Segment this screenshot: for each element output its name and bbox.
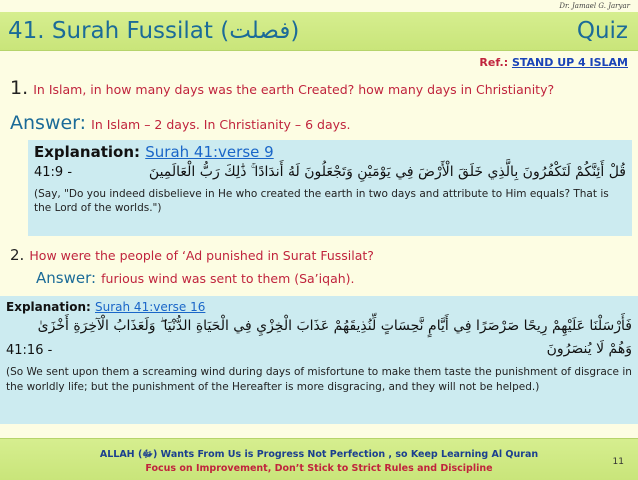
slide: Dr. Jamael G. Jaryar 41. Surah Fussilat … <box>0 0 638 480</box>
explanation-2-verse-ref: 41:16 - <box>6 343 53 358</box>
question-2-text: How were the people of ‘Ad punished in S… <box>29 248 374 263</box>
question-1: 1. In Islam, in how many days was the ea… <box>10 77 635 99</box>
question-1-text: In Islam, in how many days was the earth… <box>33 82 555 97</box>
answer-1-text: In Islam – 2 days. In Christianity – 6 d… <box>91 117 351 132</box>
question-2: 2. How were the people of ‘Ad punished i… <box>10 245 374 264</box>
footer: ALLAH (ﷻ) Wants From Us is Progress Not … <box>0 438 638 480</box>
explanation-1-heading: Explanation: Surah 41:verse 9 <box>34 143 274 161</box>
reference-link[interactable]: STAND UP 4 ISLAM <box>512 56 628 69</box>
quiz-label: Quiz <box>576 18 628 44</box>
explanation-1-arabic: قُلْ أَئِنَّكُمْ لَتَكْفُرُونَ بِالَّذِي… <box>148 164 626 180</box>
question-2-number: 2. <box>10 246 25 264</box>
explanation-1-box: Explanation: Surah 41:verse 9 41:9 - قُل… <box>28 140 632 236</box>
explanation-2-box: Explanation: Surah 41:verse 16 فَأَرْسَل… <box>0 296 638 424</box>
reference: Ref.: STAND UP 4 ISLAM <box>479 56 628 69</box>
slide-title: 41. Surah Fussilat (فصلت) <box>8 18 300 44</box>
author-credit: Dr. Jamael G. Jaryar <box>559 2 630 10</box>
explanation-2-heading: Explanation: Surah 41:verse 16 <box>6 300 205 314</box>
explanation-2-arabic-line-2: وَهُمْ لَا يُنصَرُونَ <box>546 341 632 357</box>
answer-1-label: Answer: <box>10 112 87 134</box>
answer-2-label: Answer: <box>36 269 97 287</box>
explanation-1-translation: (Say, "Do you indeed disbelieve in He wh… <box>34 188 609 214</box>
explanation-1-link[interactable]: Surah 41:verse 9 <box>145 143 273 161</box>
answer-1: Answer: In Islam – 2 days. In Christiani… <box>10 112 351 134</box>
question-1-number: 1. <box>10 77 29 99</box>
answer-2-text: furious wind was sent to them (Sa’iqah). <box>101 271 355 286</box>
explanation-1-verse-ref: 41:9 - <box>34 165 73 180</box>
footer-line-1: ALLAH (ﷻ) Wants From Us is Progress Not … <box>99 449 539 460</box>
reference-prefix: Ref.: <box>479 56 512 69</box>
explanation-2-arabic-line-1: فَأَرْسَلْنَا عَلَيْهِمْ رِيحًا صَرْصَرً… <box>37 318 632 334</box>
page-number: 11 <box>612 457 624 467</box>
explanation-2-link[interactable]: Surah 41:verse 16 <box>95 300 205 314</box>
explanation-2-label: Explanation: <box>6 300 95 314</box>
title-bar: 41. Surah Fussilat (فصلت) Quiz <box>0 12 638 51</box>
explanation-1-label: Explanation: <box>34 143 146 161</box>
answer-2: Answer: furious wind was sent to them (S… <box>36 268 355 287</box>
explanation-2-translation: (So We sent upon them a screaming wind d… <box>6 366 632 393</box>
footer-line-2: Focus on Improvement, Don’t Stick to Str… <box>145 463 493 474</box>
